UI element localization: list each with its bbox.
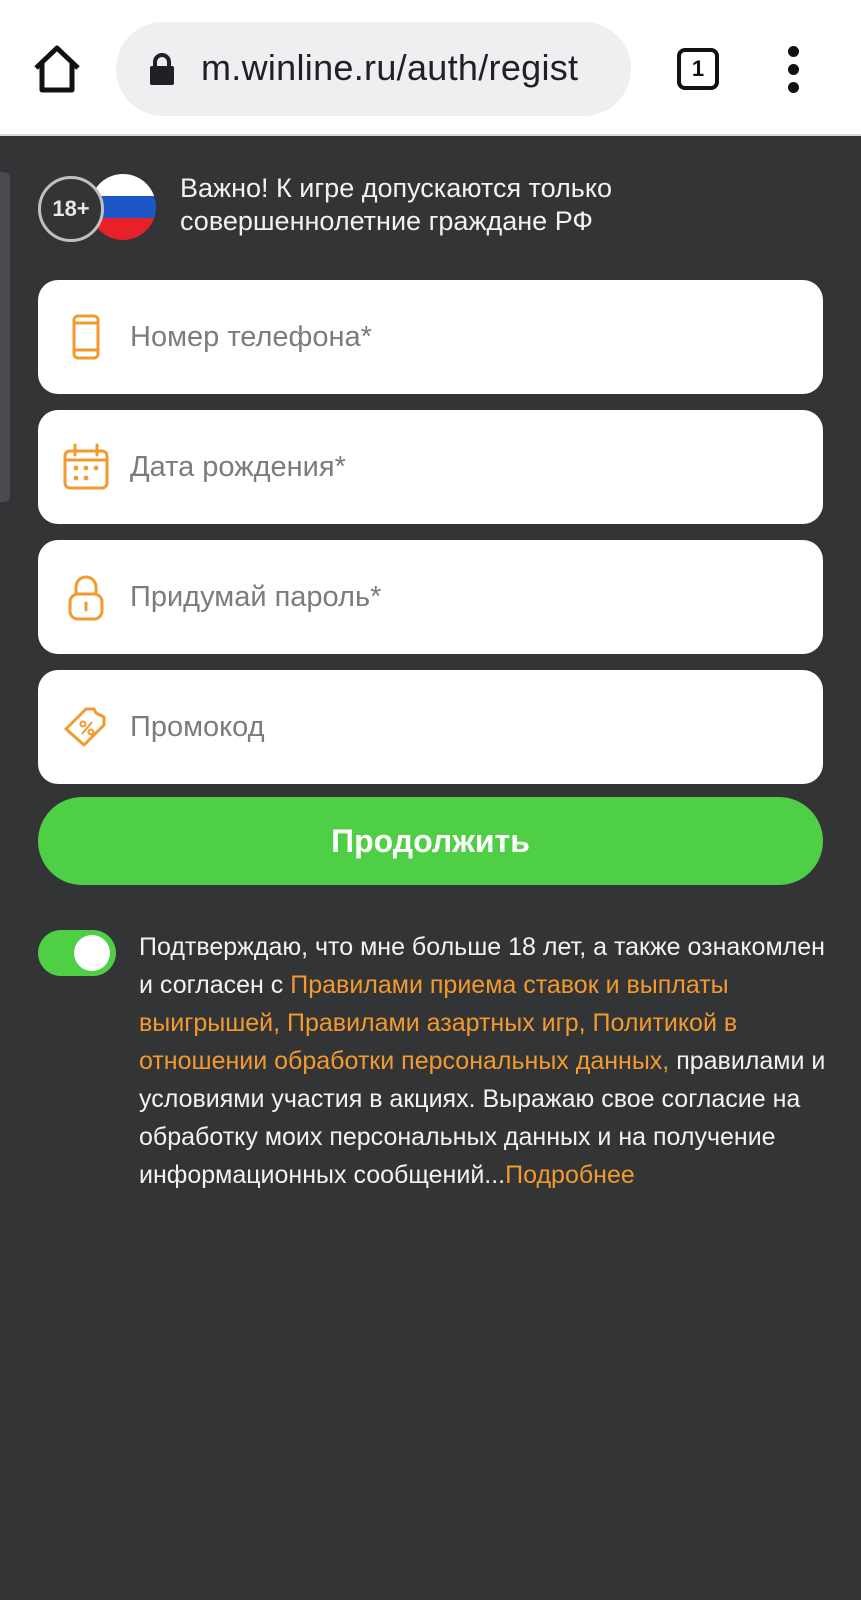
age-notice-text: Важно! К игре допускаются только соверше… (180, 173, 612, 236)
consent-toggle[interactable] (38, 930, 116, 976)
phone-input[interactable] (130, 300, 800, 374)
birthdate-input[interactable] (130, 430, 800, 504)
phone-icon (62, 313, 110, 361)
consent-text: Подтверждаю, что мне больше 18 лет, а та… (139, 928, 829, 1194)
tab-switcher-button[interactable]: 1 (677, 48, 719, 90)
birthdate-field[interactable] (38, 410, 823, 524)
browser-toolbar: m.winline.ru/auth/regist 1 (0, 0, 861, 136)
toggle-knob (74, 935, 110, 971)
url-text: m.winline.ru/auth/regist (201, 47, 579, 88)
more-link[interactable]: Подробнее (505, 1161, 635, 1189)
promo-field[interactable] (38, 670, 823, 784)
promo-input[interactable] (130, 690, 800, 764)
home-icon[interactable] (30, 42, 84, 96)
calendar-icon (62, 443, 110, 491)
continue-button[interactable]: Продолжить (38, 797, 823, 885)
phone-field[interactable] (38, 280, 823, 394)
age-18-badge: 18+ (38, 176, 104, 242)
more-vert-icon[interactable] (780, 46, 808, 94)
password-field[interactable] (38, 540, 823, 654)
address-bar[interactable]: m.winline.ru/auth/regist (116, 22, 631, 116)
lock-icon (148, 52, 176, 86)
scroll-indicator[interactable] (0, 172, 10, 502)
rules-games-link[interactable]: Правилами азартных игр, (287, 1009, 586, 1037)
promo-ticket-icon (62, 703, 110, 751)
password-input[interactable] (130, 560, 800, 634)
password-lock-icon (62, 573, 110, 621)
